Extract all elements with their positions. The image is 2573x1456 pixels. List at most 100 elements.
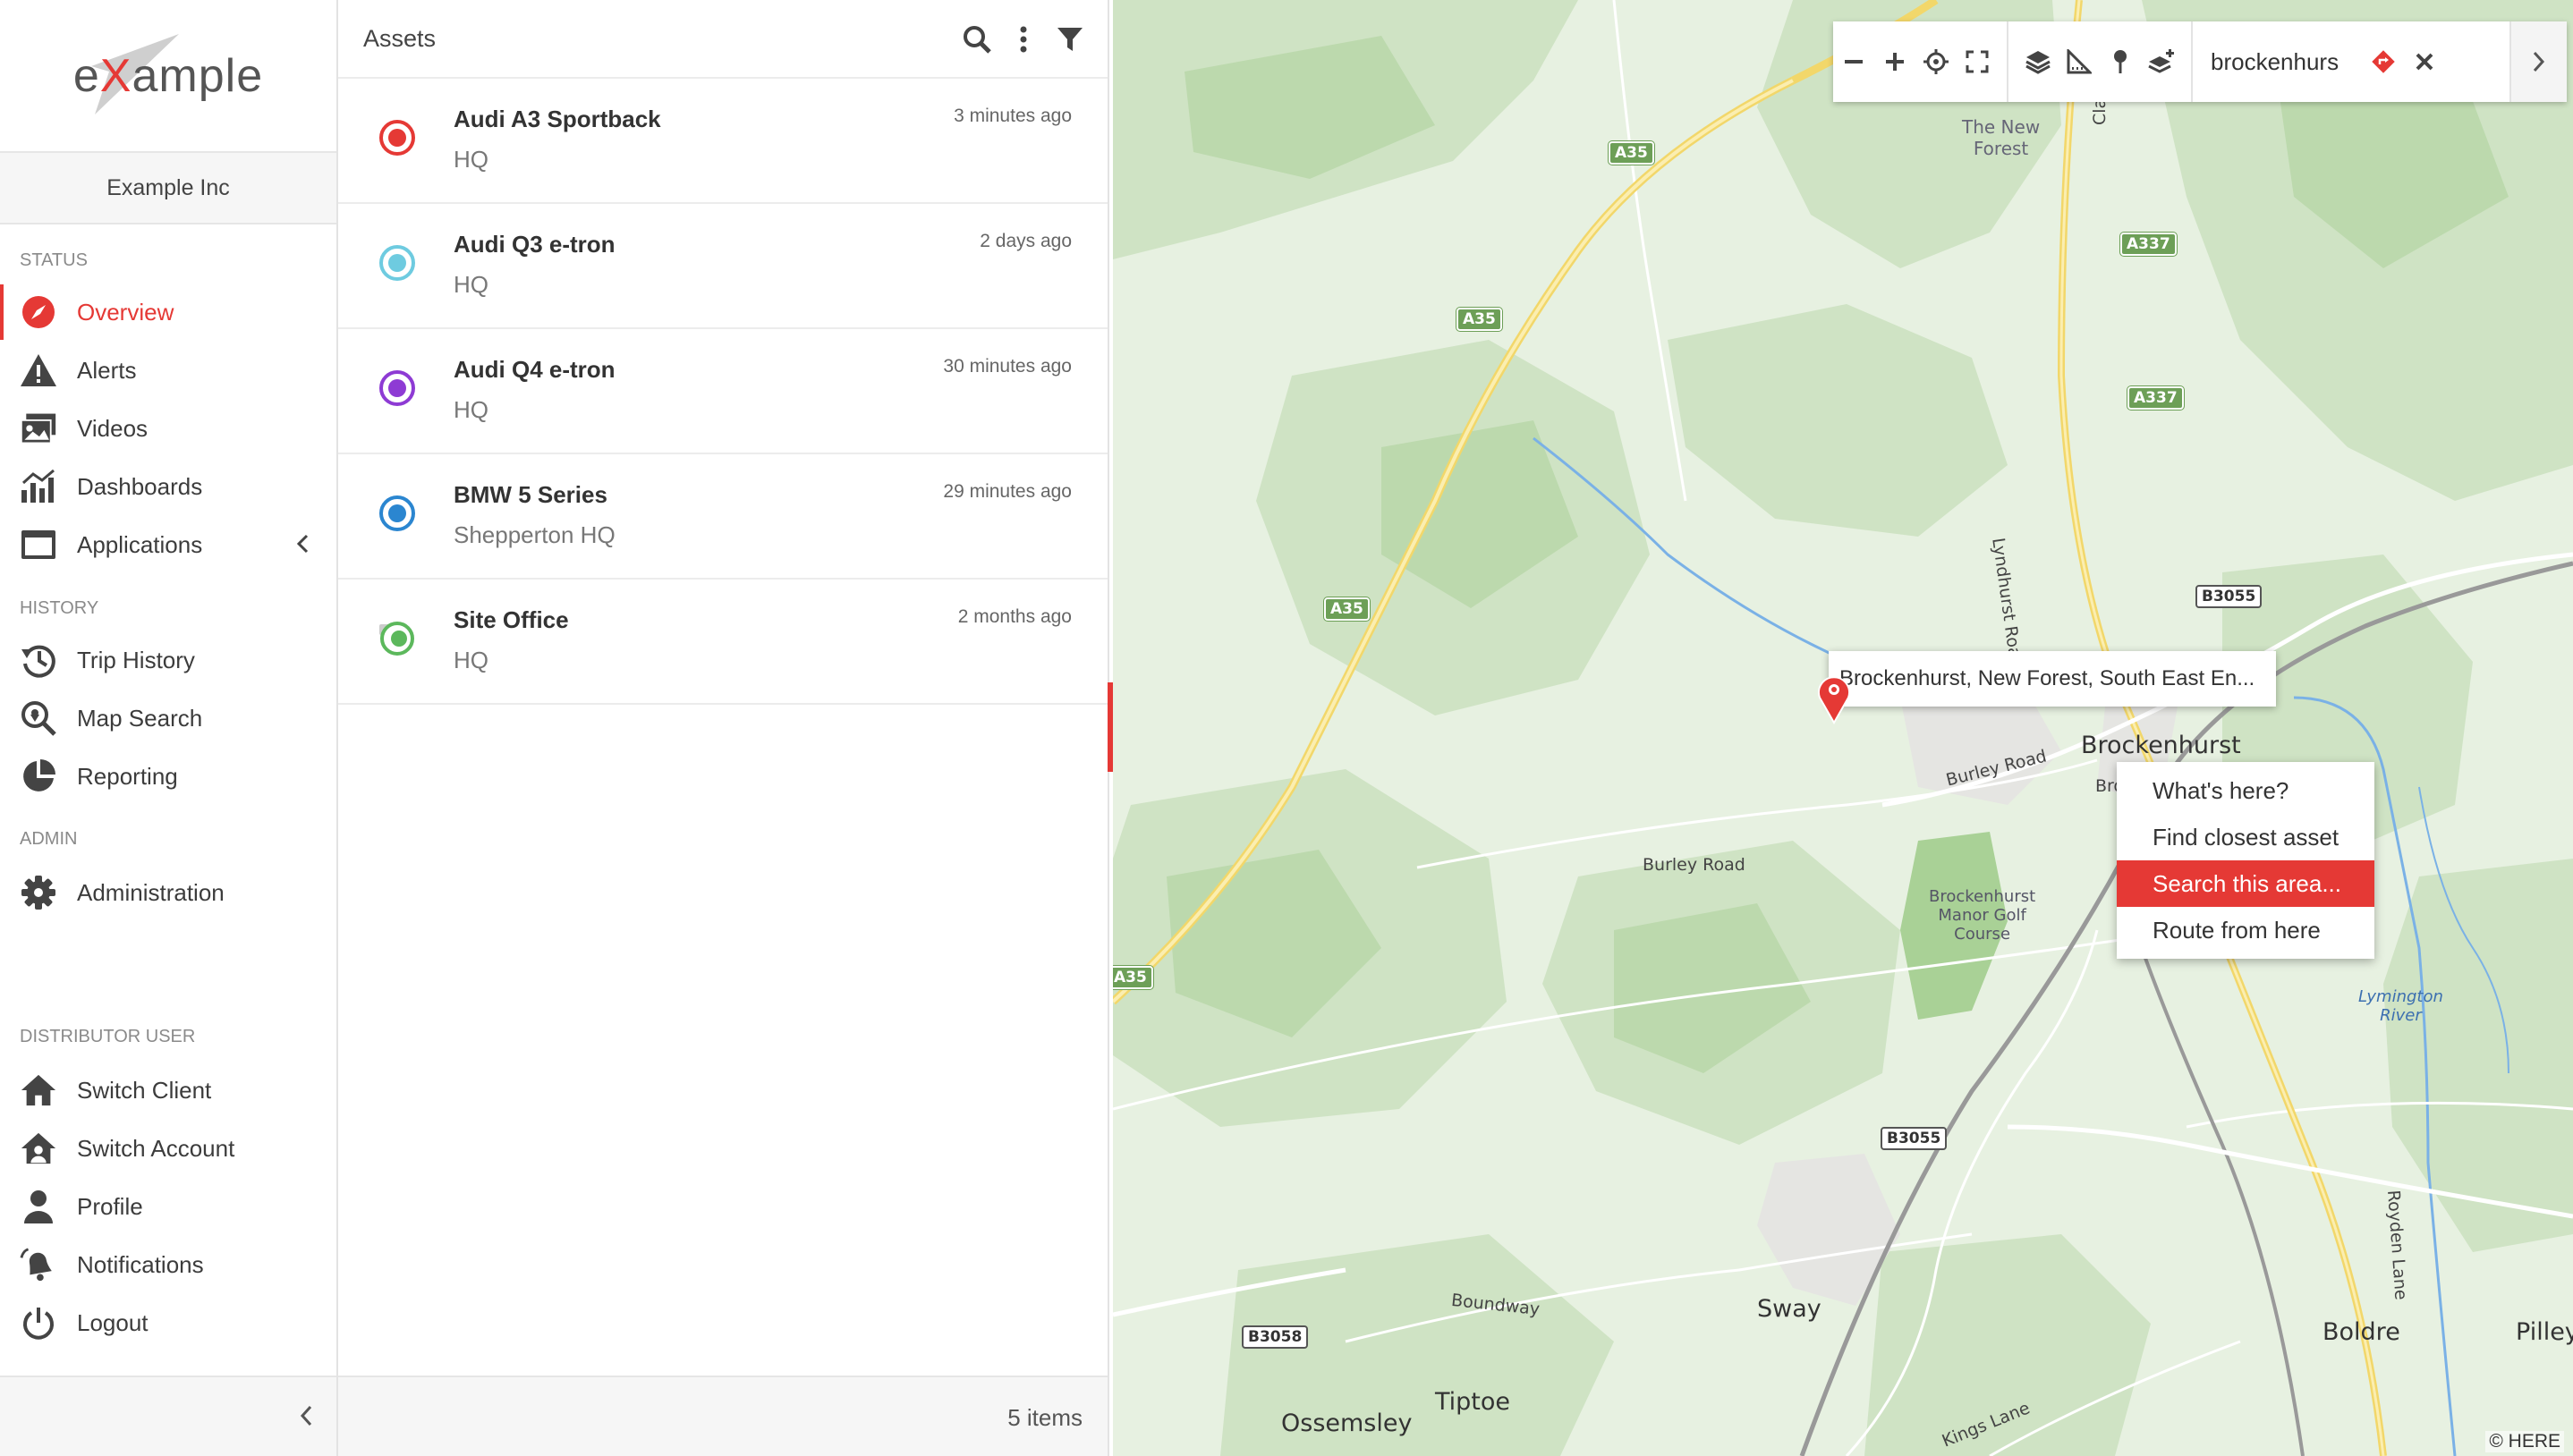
zoom-out-icon[interactable] — [1833, 21, 1874, 102]
site-status-icon — [379, 622, 414, 656]
nav-applications[interactable]: Applications — [0, 517, 336, 572]
videos-icon — [20, 410, 57, 447]
asset-name: Audi A3 Sportback — [454, 106, 661, 132]
menu-item-route-from-here[interactable]: Route from here — [2117, 907, 2374, 953]
asset-last-seen: 3 minutes ago — [954, 106, 1072, 126]
road-shield-b3055: B3055 — [2195, 585, 2263, 608]
nav-switch-account[interactable]: Switch Account — [0, 1121, 336, 1176]
nav-reporting[interactable]: Reporting — [0, 749, 336, 804]
asset-name: BMW 5 Series — [454, 481, 607, 508]
map-attribution: © HERE — [2485, 1431, 2564, 1452]
place-label-tiptoe: Tiptoe — [1435, 1388, 1511, 1416]
pin-icon[interactable] — [2100, 21, 2141, 102]
fullscreen-icon[interactable] — [1957, 21, 1998, 102]
nav-profile[interactable]: Profile — [0, 1179, 336, 1234]
map-search-input[interactable] — [2202, 21, 2363, 102]
gear-icon — [20, 874, 57, 911]
map-marker-icon[interactable] — [1816, 673, 1852, 724]
asset-location: HQ — [454, 271, 488, 298]
assets-panel: Assets Audi A3 Sportback HQ 3 minutes ag… — [338, 0, 1109, 1456]
logo-prefix: e — [72, 49, 100, 102]
pie-chart-icon — [20, 758, 57, 795]
assets-header: Assets — [338, 0, 1108, 79]
nav-label: Videos — [77, 414, 149, 442]
item-count: 5 items — [1007, 1404, 1083, 1431]
person-icon — [20, 1188, 57, 1225]
logo-suffix: ample — [132, 49, 264, 102]
road-shield-b3055: B3055 — [1881, 1127, 1948, 1150]
assets-title: Assets — [363, 24, 437, 52]
place-label-lymington-river: Lymington River — [2358, 987, 2443, 1025]
more-vertical-icon[interactable] — [1007, 23, 1040, 55]
menu-item-whats-here[interactable]: What's here? — [2117, 767, 2374, 814]
nav-videos[interactable]: Videos — [0, 401, 336, 456]
chart-icon — [20, 468, 57, 505]
filter-icon[interactable] — [1054, 23, 1086, 55]
toolbar-divider — [2191, 21, 2193, 102]
nav-label: Switch Client — [77, 1076, 212, 1104]
collapse-sidebar-chevron-icon[interactable] — [299, 1404, 313, 1432]
locate-crosshair-icon[interactable] — [1915, 21, 1957, 102]
sidebar-footer — [0, 1376, 336, 1456]
nav-logout[interactable]: Logout — [0, 1295, 336, 1350]
place-label-new-forest: The New Forest — [1962, 116, 2041, 159]
asset-name: Site Office — [454, 606, 569, 633]
road-shield-a35: A35 — [1323, 597, 1371, 622]
asset-row[interactable]: Site Office HQ 2 months ago — [338, 580, 1108, 705]
asset-location: HQ — [454, 146, 488, 173]
map[interactable]: The New Forest Brockenhurst Bro Sway Bol… — [1113, 0, 2573, 1456]
section-distributor: DISTRIBUTOR USER — [20, 1027, 196, 1046]
asset-row[interactable]: Audi Q3 e-tron HQ 2 days ago — [338, 204, 1108, 329]
nav-dashboards[interactable]: Dashboards — [0, 459, 336, 514]
map-context-menu: What's here? Find closest asset Search t… — [2117, 762, 2374, 959]
nav-overview[interactable]: Overview — [0, 284, 336, 340]
place-label-brockenhurst: Brockenhurst — [2081, 732, 2241, 759]
menu-item-search-this-area[interactable]: Search this area... — [2117, 860, 2374, 907]
nav-label: Map Search — [77, 704, 203, 732]
nav-administration[interactable]: Administration — [0, 865, 336, 920]
logo[interactable]: eXample — [0, 0, 336, 153]
nav-trip-history[interactable]: Trip History — [0, 632, 336, 688]
search-icon[interactable] — [961, 23, 993, 55]
asset-last-seen: 29 minutes ago — [943, 481, 1072, 502]
nav-label: Administration — [77, 878, 225, 906]
layers-icon[interactable] — [2017, 21, 2059, 102]
route-directions-icon[interactable] — [2363, 21, 2404, 102]
asset-row[interactable]: Audi A3 Sportback HQ 3 minutes ago — [338, 79, 1108, 204]
window-icon — [20, 526, 57, 563]
section-history: HISTORY — [20, 598, 99, 618]
place-label-pilley: Pilley — [2516, 1318, 2573, 1346]
status-dot-icon — [379, 370, 415, 406]
warning-icon — [20, 351, 57, 389]
asset-row[interactable]: BMW 5 Series Shepperton HQ 29 minutes ag… — [338, 454, 1108, 580]
asset-name: Audi Q3 e-tron — [454, 231, 616, 258]
section-admin: ADMIN — [20, 829, 78, 849]
nav-label: Profile — [77, 1192, 143, 1220]
nav-notifications[interactable]: Notifications — [0, 1237, 336, 1292]
clear-search-close-icon[interactable] — [2404, 21, 2445, 102]
road-label-burley-road: Burley Road — [1643, 855, 1745, 875]
nav-map-search[interactable]: Map Search — [0, 690, 336, 746]
asset-last-seen: 2 days ago — [980, 231, 1072, 251]
zoom-in-icon[interactable] — [1874, 21, 1915, 102]
nav-label: Notifications — [77, 1250, 204, 1278]
chevron-right-icon[interactable] — [2509, 21, 2567, 102]
toolbar-divider — [2007, 21, 2008, 102]
nav-switch-client[interactable]: Switch Client — [0, 1062, 336, 1118]
menu-item-find-closest-asset[interactable]: Find closest asset — [2117, 814, 2374, 860]
home-icon — [20, 1071, 57, 1109]
nav-label: Applications — [77, 530, 203, 558]
location-popup: Brockenhurst, New Forest, South East En.… — [1829, 651, 2276, 707]
road-shield-a337: A337 — [2127, 385, 2185, 411]
road-shield-a35: A35 — [1608, 140, 1655, 165]
compass-icon — [20, 293, 57, 331]
nav-alerts[interactable]: Alerts — [0, 343, 336, 398]
chevron-left-icon[interactable] — [295, 533, 310, 559]
asset-location: Shepperton HQ — [454, 521, 616, 548]
company-name[interactable]: Example Inc — [0, 153, 336, 224]
measure-icon[interactable] — [2059, 21, 2100, 102]
add-layer-icon[interactable] — [2141, 21, 2182, 102]
road-shield-a35: A35 — [1113, 965, 1154, 990]
asset-row[interactable]: Audi Q4 e-tron HQ 30 minutes ago — [338, 329, 1108, 454]
place-label-ossemsley: Ossemsley — [1281, 1409, 1413, 1437]
